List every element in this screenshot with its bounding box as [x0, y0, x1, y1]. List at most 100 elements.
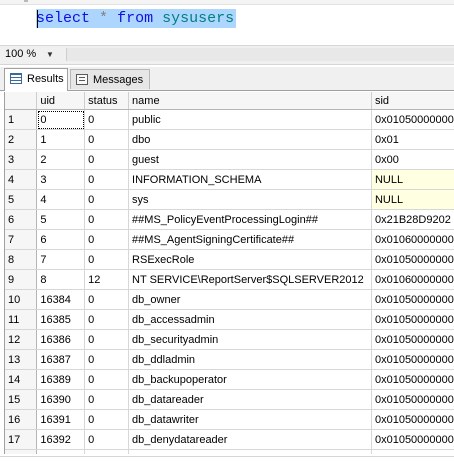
column-header-sid[interactable]: sid [371, 92, 454, 110]
name-cell[interactable]: db_accessadmin [128, 309, 372, 330]
row-number-cell[interactable]: 18 [5, 449, 38, 454]
status-cell[interactable]: 0 [84, 189, 130, 210]
name-cell[interactable]: RSExecRole [128, 249, 372, 270]
table-row[interactable]: 14 16389 0 db_backupoperator 0x01050000000 [5, 369, 454, 390]
sid-cell[interactable]: 0x01050000000 [371, 329, 454, 350]
uid-cell[interactable]: 0 [36, 109, 86, 130]
table-row[interactable]: 17 16392 0 db_denydatareader 0x01050000000 [5, 429, 454, 450]
sid-cell[interactable]: 0x01050000000 [371, 429, 454, 450]
name-cell[interactable]: INFORMATION_SCHEMA [128, 169, 372, 190]
uid-cell[interactable]: 3 [36, 169, 86, 190]
sid-cell[interactable]: NULL [371, 169, 454, 190]
status-cell[interactable]: 0 [84, 289, 130, 310]
sid-cell[interactable]: 0x01050000000 [371, 349, 454, 370]
table-row[interactable]: 18163930db_denydatawriter0x01050000000 [5, 449, 454, 454]
status-cell[interactable]: 0 [84, 389, 130, 410]
status-cell[interactable]: 0 [84, 129, 130, 150]
column-header-status[interactable]: status [84, 92, 130, 110]
table-row[interactable]: 8 7 0 RSExecRole 0x01050000000 [5, 249, 454, 270]
table-row[interactable]: 13 16387 0 db_ddladmin 0x01050000000 [5, 349, 454, 370]
results-grid[interactable]: uid status name sid 1 0 0 public 0x010500000… [4, 92, 454, 454]
name-cell[interactable]: db_denydatareader [128, 429, 372, 450]
uid-cell[interactable]: 16391 [36, 409, 86, 430]
sid-cell[interactable]: 0x01050000000 [371, 409, 454, 430]
uid-cell[interactable]: 5 [36, 209, 86, 230]
sid-cell[interactable]: 0x00 [371, 149, 454, 170]
name-cell[interactable]: ##MS_PolicyEventProcessingLogin## [128, 209, 372, 230]
row-number-cell[interactable]: 4 [5, 169, 38, 190]
tab-results[interactable]: Results [4, 68, 68, 91]
status-cell[interactable]: 0 [84, 309, 130, 330]
name-cell[interactable]: db_datawriter [128, 409, 372, 430]
tab-messages[interactable]: Messages [70, 69, 150, 89]
status-cell[interactable]: 0 [84, 149, 130, 170]
uid-cell[interactable]: 16390 [36, 389, 86, 410]
row-number-cell[interactable]: 16 [5, 409, 38, 430]
status-cell[interactable]: 0 [84, 329, 130, 350]
row-number-cell[interactable]: 6 [5, 209, 38, 230]
row-number-cell[interactable]: 12 [5, 329, 38, 350]
name-cell[interactable]: sys [128, 189, 372, 210]
table-row[interactable]: 9 8 12 NT SERVICE\ReportServer$SQLSERVER201… [5, 269, 454, 290]
sid-cell[interactable]: 0x01050000000 [371, 369, 454, 390]
sid-cell[interactable]: 0x01050000000 [371, 449, 454, 454]
row-number-cell[interactable]: 13 [5, 349, 38, 370]
corner-header[interactable] [5, 92, 38, 110]
uid-cell[interactable]: 16386 [36, 329, 86, 350]
sid-cell[interactable]: 0x21B28D9202 [371, 209, 454, 230]
row-number-cell[interactable]: 11 [5, 309, 38, 330]
uid-cell[interactable]: 4 [36, 189, 86, 210]
sid-cell[interactable]: 0x01 [371, 129, 454, 150]
table-row[interactable]: 5 4 0 sys NULL [5, 189, 454, 210]
uid-cell[interactable]: 1 [36, 129, 86, 150]
sid-cell[interactable]: 0x01050000000 [371, 309, 454, 330]
name-cell[interactable]: ##MS_AgentSigningCertificate## [128, 229, 372, 250]
uid-cell[interactable]: 8 [36, 269, 86, 290]
uid-cell[interactable]: 7 [36, 249, 86, 270]
status-cell[interactable]: 0 [84, 169, 130, 190]
status-cell[interactable]: 0 [84, 109, 130, 130]
table-row[interactable]: 7 6 0 ##MS_AgentSigningCertificate## 0x01060… [5, 229, 454, 250]
name-cell[interactable]: db_backupoperator [128, 369, 372, 390]
uid-cell[interactable]: 2 [36, 149, 86, 170]
row-number-cell[interactable]: 2 [5, 129, 38, 150]
uid-cell[interactable]: 16392 [36, 429, 86, 450]
table-row[interactable]: 16 16391 0 db_datawriter 0x01050000000 [5, 409, 454, 430]
name-cell[interactable]: dbo [128, 129, 372, 150]
sid-cell[interactable]: 0x01060000000 [371, 229, 454, 250]
table-row[interactable]: 6 5 0 ##MS_PolicyEventProcessingLogin## 0x21… [5, 209, 454, 230]
uid-cell[interactable]: 16384 [36, 289, 86, 310]
sid-cell[interactable]: NULL [371, 189, 454, 210]
table-row[interactable]: 10 16384 0 db_owner 0x01050000000 [5, 289, 454, 310]
uid-cell[interactable]: 6 [36, 229, 86, 250]
table-row[interactable]: 12 16386 0 db_securityadmin 0x01050000000 [5, 329, 454, 350]
status-cell[interactable]: 0 [84, 209, 130, 230]
sid-cell[interactable]: 0x01050000000 [371, 289, 454, 310]
name-cell[interactable]: NT SERVICE\ReportServer$SQLSERVER2012 [128, 269, 372, 290]
status-cell[interactable]: 0 [84, 229, 130, 250]
name-cell[interactable]: db_datareader [128, 389, 372, 410]
row-number-cell[interactable]: 9 [5, 269, 38, 290]
status-cell[interactable]: 0 [84, 409, 130, 430]
status-cell[interactable]: 0 [84, 369, 130, 390]
table-row[interactable]: 3 2 0 guest 0x00 [5, 149, 454, 170]
row-number-cell[interactable]: 10 [5, 289, 38, 310]
row-number-cell[interactable]: 3 [5, 149, 38, 170]
status-cell[interactable]: 0 [84, 249, 130, 270]
table-row[interactable]: 2 1 0 dbo 0x01 [5, 129, 454, 150]
status-cell[interactable]: 0 [84, 349, 130, 370]
query-text[interactable]: select * from sysusers [36, 9, 237, 28]
name-cell[interactable]: guest [128, 149, 372, 170]
sid-cell[interactable]: 0x01050000000 [371, 109, 454, 130]
uid-cell[interactable]: 16385 [36, 309, 86, 330]
column-header-name[interactable]: name [128, 92, 372, 110]
uid-cell[interactable]: 16393 [36, 449, 86, 454]
row-number-cell[interactable]: 14 [5, 369, 38, 390]
status-cell[interactable]: 0 [84, 449, 130, 454]
row-number-cell[interactable]: 5 [5, 189, 38, 210]
table-row[interactable]: 1 0 0 public 0x01050000000 [5, 109, 454, 130]
name-cell[interactable]: db_owner [128, 289, 372, 310]
uid-cell[interactable]: 16389 [36, 369, 86, 390]
name-cell[interactable]: db_ddladmin [128, 349, 372, 370]
status-cell[interactable]: 0 [84, 429, 130, 450]
